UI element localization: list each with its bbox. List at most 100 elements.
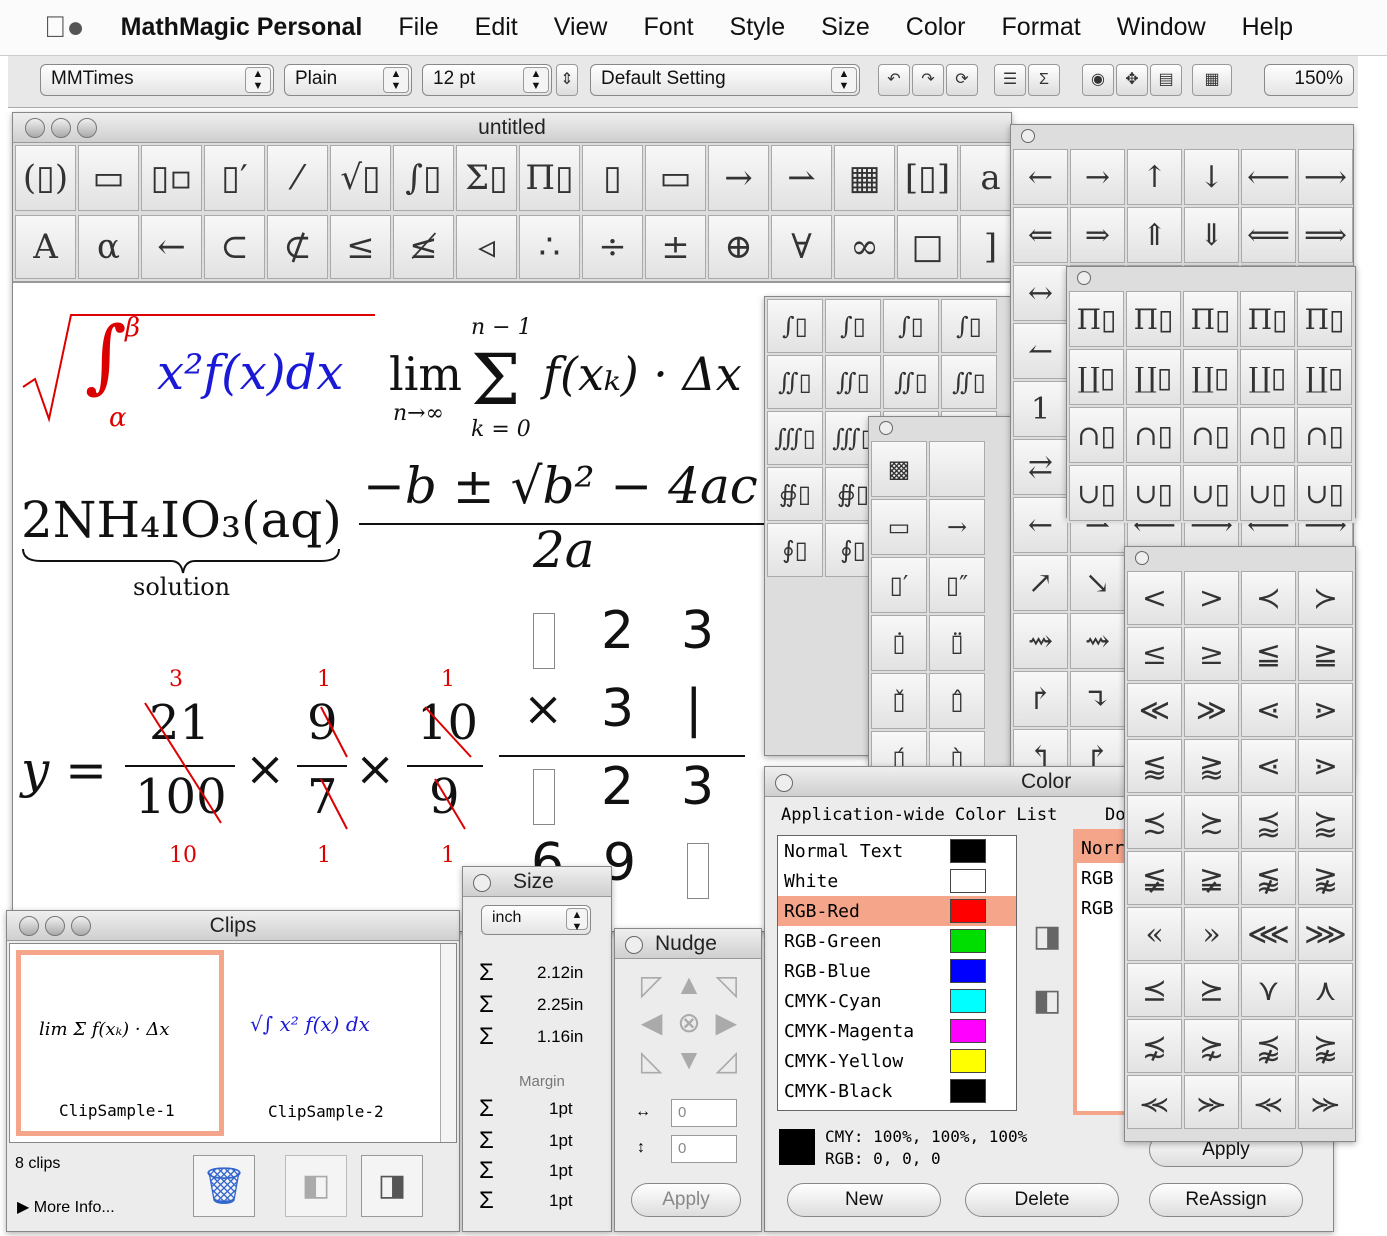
palette-symbol[interactable]: ⪰: [1184, 963, 1239, 1017]
refresh-icon[interactable]: ⟳: [946, 64, 978, 96]
palette-symbol[interactable]: ↼: [1013, 323, 1068, 379]
margin-top-value[interactable]: 1pt: [549, 1099, 573, 1119]
palette-symbol[interactable]: ↓: [1184, 149, 1239, 205]
menu-font[interactable]: Font: [644, 13, 694, 42]
placeholder-box[interactable]: [687, 843, 709, 899]
font-select[interactable]: MMTimes ▲ ▼: [40, 64, 274, 96]
palette-symbol[interactable]: ▯̂: [929, 673, 985, 729]
color-list-item[interactable]: CMYK-Yellow: [778, 1046, 1016, 1076]
palette-symbol[interactable]: ∴: [519, 215, 580, 279]
palette-symbol[interactable]: ⇝: [1013, 613, 1068, 669]
menu-window[interactable]: Window: [1117, 13, 1206, 42]
menu-size[interactable]: Size: [821, 13, 870, 42]
palette-symbol[interactable]: ∐▯: [1126, 349, 1181, 405]
palette-symbol[interactable]: α: [78, 215, 139, 279]
palette-symbol[interactable]: ▯̇: [871, 615, 927, 671]
next-clip-icon[interactable]: ◨: [361, 1155, 423, 1217]
palette-symbol[interactable]: ⟶: [1298, 149, 1353, 205]
palette-symbol[interactable]: ⋏: [1298, 963, 1353, 1017]
color-list[interactable]: Normal Text White RGB-Red RGB-Green RGB-Blue…: [777, 835, 1017, 1111]
palette-symbol[interactable]: ↴: [1070, 671, 1125, 727]
list-icon[interactable]: ☰: [994, 64, 1026, 96]
palette-symbol[interactable]: ⇝: [1070, 613, 1125, 669]
palette-symbol[interactable]: ↱: [1013, 671, 1068, 727]
apple-icon[interactable]: ●: [44, 11, 85, 45]
palette-symbol[interactable]: ▭: [645, 145, 706, 211]
palette-symbol[interactable]: →: [1070, 149, 1125, 205]
palette-symbol[interactable]: ∮▯: [767, 523, 823, 577]
palette-symbol[interactable]: ▦: [834, 145, 895, 211]
palette-symbol[interactable]: Π▯: [1297, 291, 1352, 347]
menu-edit[interactable]: Edit: [475, 13, 518, 42]
palette-symbol[interactable]: ⪻: [1127, 1075, 1182, 1129]
palette-symbol[interactable]: ⇓: [1184, 207, 1239, 263]
palette-symbol[interactable]: ⪊: [1298, 851, 1353, 905]
nudge-h-input[interactable]: 0: [671, 1099, 737, 1127]
palette-symbol[interactable]: <: [1127, 571, 1182, 625]
palette-symbol[interactable]: ⋙: [1298, 907, 1353, 961]
palette-symbol[interactable]: «: [1127, 907, 1182, 961]
palette-symbol[interactable]: ▩: [871, 441, 927, 497]
palette-symbol[interactable]: □: [897, 215, 958, 279]
palette-symbol[interactable]: Π▯: [1069, 291, 1124, 347]
size-select[interactable]: 12 pt ▲ ▼: [422, 64, 552, 96]
close-button[interactable]: [625, 936, 643, 954]
palette-symbol[interactable]: ⋖: [1241, 683, 1296, 737]
sum-icon[interactable]: Σ: [1028, 64, 1060, 96]
delete-button[interactable]: Delete: [965, 1183, 1119, 1217]
trash-icon[interactable]: 🗑: [193, 1155, 255, 1217]
palette-symbol[interactable]: ∐▯: [1183, 349, 1238, 405]
nudge-v-input[interactable]: 0: [671, 1135, 737, 1163]
palette-symbol[interactable]: ∞: [834, 215, 895, 279]
nudge-down-icon[interactable]: ▼: [670, 1044, 707, 1081]
palette-symbol[interactable]: ⋨: [1127, 1019, 1182, 1073]
palette-symbol[interactable]: →: [929, 499, 985, 555]
palette-symbol[interactable]: ◃: [456, 215, 517, 279]
palette-symbol[interactable]: ≺: [1241, 571, 1296, 625]
palette-symbol[interactable]: 1: [1013, 381, 1068, 437]
palette-symbol[interactable]: ⊄: [267, 215, 328, 279]
palette-symbol[interactable]: ∪▯: [1183, 465, 1238, 521]
palette-symbol[interactable]: ∬▯: [941, 355, 997, 409]
palette-symbol[interactable]: ⟸: [1241, 207, 1296, 263]
palette-symbol[interactable]: ↗: [1013, 555, 1068, 611]
app-menu[interactable]: MathMagic Personal: [121, 13, 363, 42]
size-stepper[interactable]: ⇕: [556, 64, 578, 96]
palette-symbol[interactable]: ▯̈: [929, 615, 985, 671]
palette-symbol[interactable]: ∀: [771, 215, 832, 279]
nudge-up-left-icon[interactable]: ◸: [633, 969, 670, 1006]
palette-close-button[interactable]: [879, 421, 893, 435]
menu-style[interactable]: Style: [730, 13, 786, 42]
palette-symbol[interactable]: Π▯: [1240, 291, 1295, 347]
palette-symbol[interactable]: ⋗: [1298, 739, 1353, 793]
close-button[interactable]: [775, 774, 793, 792]
palette-symbol[interactable]: ▯: [582, 145, 643, 211]
placeholder-box[interactable]: [533, 613, 555, 669]
palette-symbol[interactable]: ⪹: [1241, 1019, 1296, 1073]
palette-symbol[interactable]: ⇄: [1013, 439, 1068, 495]
new-button[interactable]: New: [787, 1183, 941, 1217]
reassign-button[interactable]: ReAssign: [1149, 1183, 1303, 1217]
palette-symbol[interactable]: ∬▯: [767, 355, 823, 409]
palette-symbol[interactable]: »: [1184, 907, 1239, 961]
palette-symbol[interactable]: ∪▯: [1126, 465, 1181, 521]
palette-symbol[interactable]: ⪉: [1241, 851, 1296, 905]
document-color-item[interactable]: RGB: [1077, 863, 1129, 893]
margin-bottom-value[interactable]: 1pt: [549, 1191, 573, 1211]
remove-color-arrow-icon[interactable]: ◧: [1033, 983, 1061, 1018]
palette-symbol[interactable]: ⋗: [1298, 683, 1353, 737]
unit-select[interactable]: inch ▲ ▼: [481, 905, 591, 935]
color-list-item[interactable]: RGB-Red: [778, 896, 1016, 926]
palette-symbol[interactable]: ⋖: [1241, 739, 1296, 793]
color-list-item[interactable]: CMYK-Cyan: [778, 986, 1016, 1016]
palette-symbol[interactable]: ÷: [582, 215, 643, 279]
nudge-up-icon[interactable]: ▲: [670, 969, 707, 1006]
setting-select[interactable]: Default Setting ▲ ▼: [590, 64, 860, 96]
palette-symbol[interactable]: ⪼: [1184, 1075, 1239, 1129]
style-select[interactable]: Plain ▲ ▼: [284, 64, 412, 96]
color-wheel-icon[interactable]: ◉: [1082, 64, 1114, 96]
palette-symbol[interactable]: Σ▯: [456, 145, 517, 211]
palette-symbol[interactable]: ⪸: [1298, 795, 1353, 849]
palette-symbol[interactable]: ≧: [1298, 627, 1353, 681]
height-value[interactable]: 2.25in: [537, 995, 583, 1015]
